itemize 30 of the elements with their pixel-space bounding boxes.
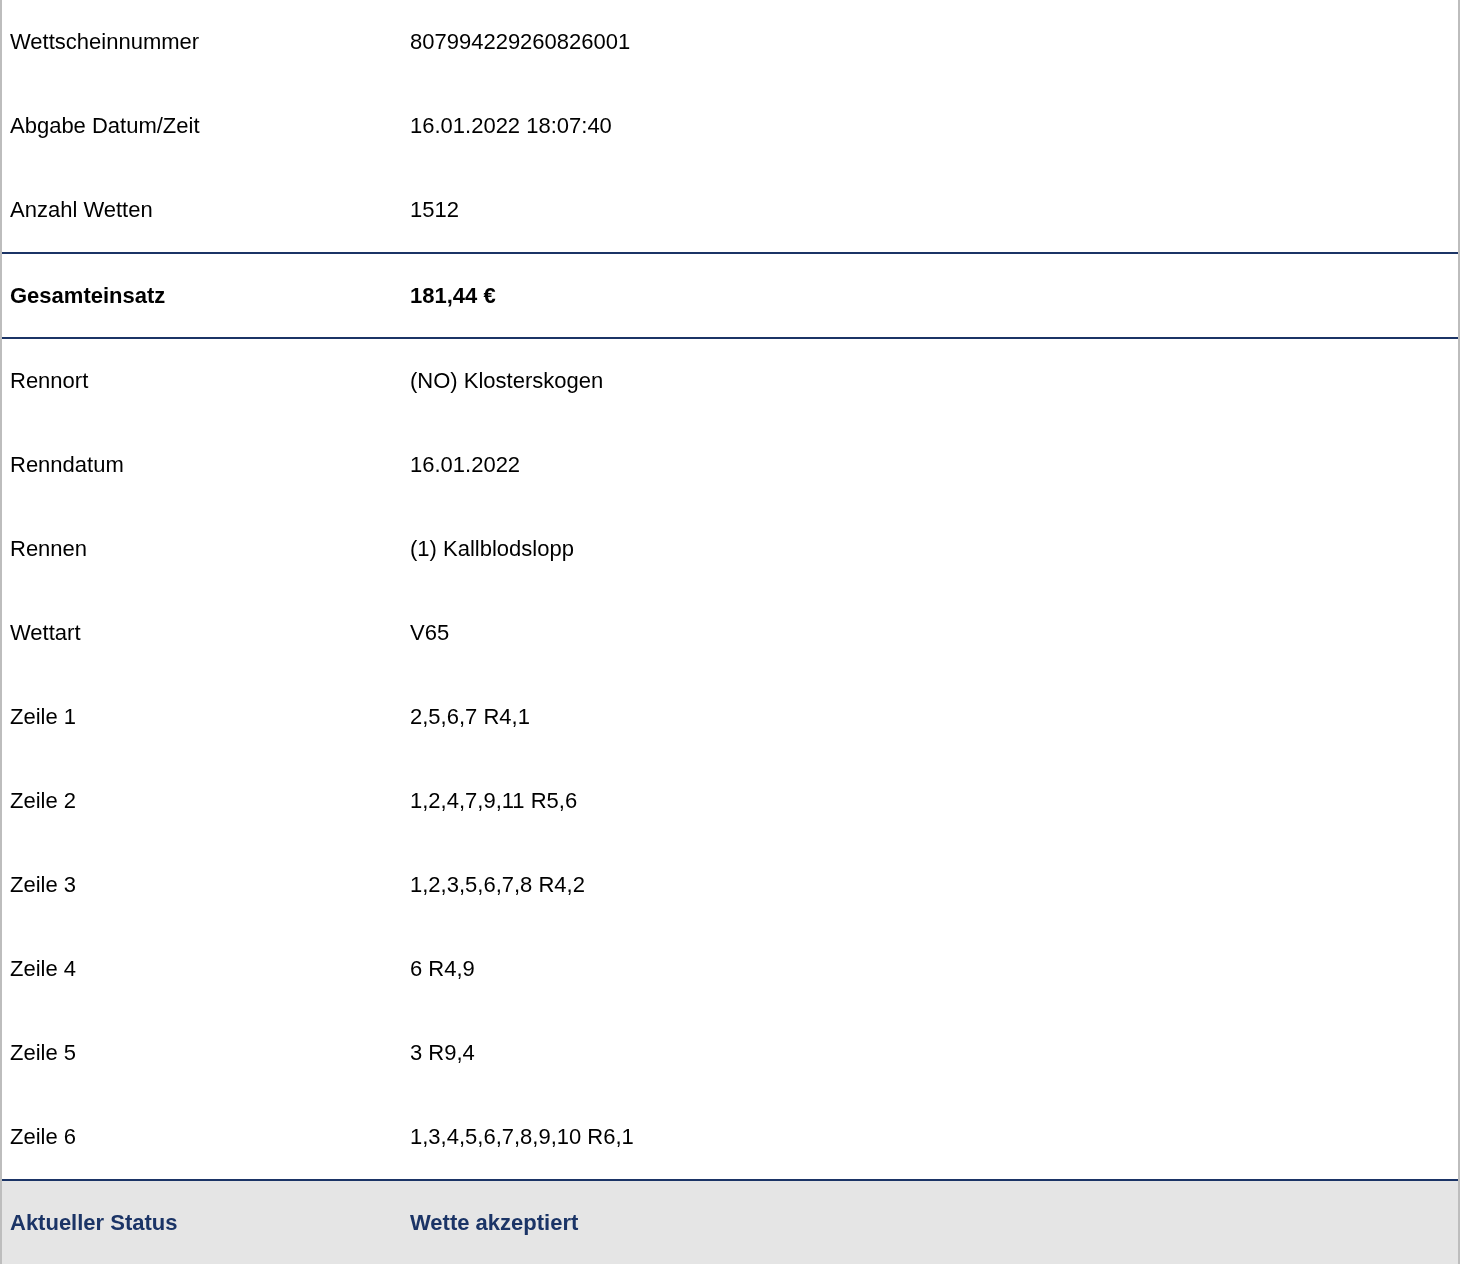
field-value: 807994229260826001 bbox=[410, 29, 631, 55]
field-label: Renndatum bbox=[10, 452, 125, 478]
field-value: 16.01.2022 18:07:40 bbox=[410, 113, 612, 139]
field-label: Aktueller Status bbox=[10, 1210, 179, 1236]
field-value: 2,5,6,7 R4,1 bbox=[410, 704, 530, 730]
field-value: (NO) Klosterskogen bbox=[410, 368, 604, 394]
field-label: Rennort bbox=[10, 368, 90, 394]
field-value: 1,3,4,5,6,7,8,9,10 R6,1 bbox=[410, 1124, 634, 1150]
field-label: Wettscheinnummer bbox=[10, 29, 201, 55]
field-value: V65 bbox=[410, 620, 450, 646]
field-label: Wettart bbox=[10, 620, 82, 646]
field-value: 181,44 € bbox=[410, 282, 496, 309]
field-label: Anzahl Wetten bbox=[10, 197, 154, 223]
field-value: 16.01.2022 bbox=[410, 452, 521, 478]
field-value: Wette akzeptiert bbox=[410, 1210, 579, 1236]
field-label: Zeile 4 bbox=[10, 956, 78, 982]
field-value: 6 R4,9 bbox=[410, 956, 475, 982]
field-label: Gesamteinsatz bbox=[10, 282, 167, 309]
field-value: (1) Kallblodslopp bbox=[410, 536, 574, 562]
field-label: Zeile 1 bbox=[10, 704, 78, 730]
field-label: Zeile 3 bbox=[10, 872, 78, 898]
field-value: 1512 bbox=[410, 197, 459, 223]
field-label: Zeile 2 bbox=[10, 788, 78, 814]
field-label: Zeile 5 bbox=[10, 1040, 78, 1066]
field-value: 1,2,4,7,9,11 R5,6 bbox=[410, 788, 578, 814]
field-label: Rennen bbox=[10, 536, 89, 562]
field-label: Abgabe Datum/Zeit bbox=[10, 113, 201, 139]
field-value: 1,2,3,5,6,7,8 R4,2 bbox=[410, 872, 585, 898]
field-label: Zeile 6 bbox=[10, 1124, 78, 1150]
field-value: 3 R9,4 bbox=[410, 1040, 475, 1066]
